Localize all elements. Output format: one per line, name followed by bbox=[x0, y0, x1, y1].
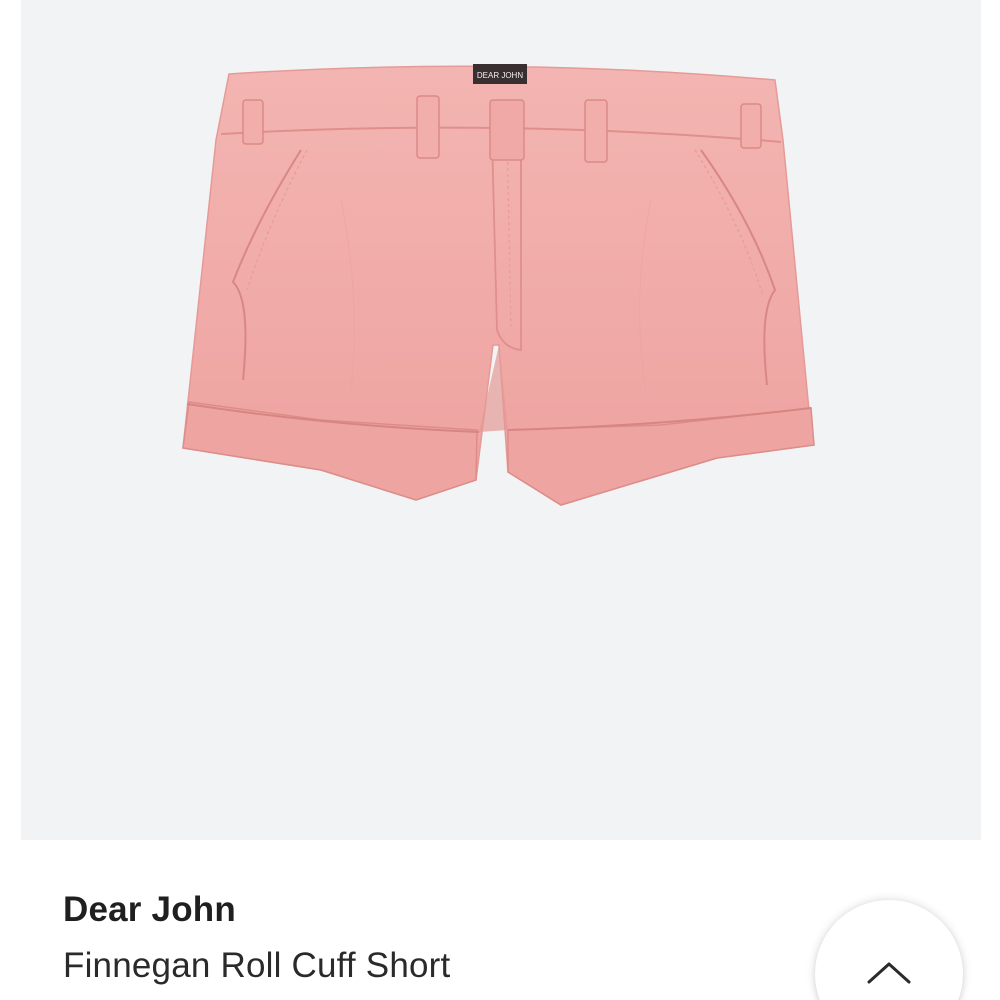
product-detail-page: DEAR JOHN Dear John Finnegan Roll Cuff S… bbox=[0, 0, 1000, 1000]
brand-label-text: DEAR JOHN bbox=[477, 71, 523, 80]
product-photo: DEAR JOHN bbox=[182, 64, 815, 506]
product-info: Dear John Finnegan Roll Cuff Short bbox=[63, 880, 803, 992]
product-name: Finnegan Roll Cuff Short bbox=[63, 946, 451, 985]
brand-name: Dear John bbox=[63, 890, 236, 929]
chevron-up-icon bbox=[867, 962, 911, 984]
product-image-panel[interactable]: DEAR JOHN bbox=[21, 0, 981, 840]
expand-details-button[interactable] bbox=[815, 900, 963, 1000]
